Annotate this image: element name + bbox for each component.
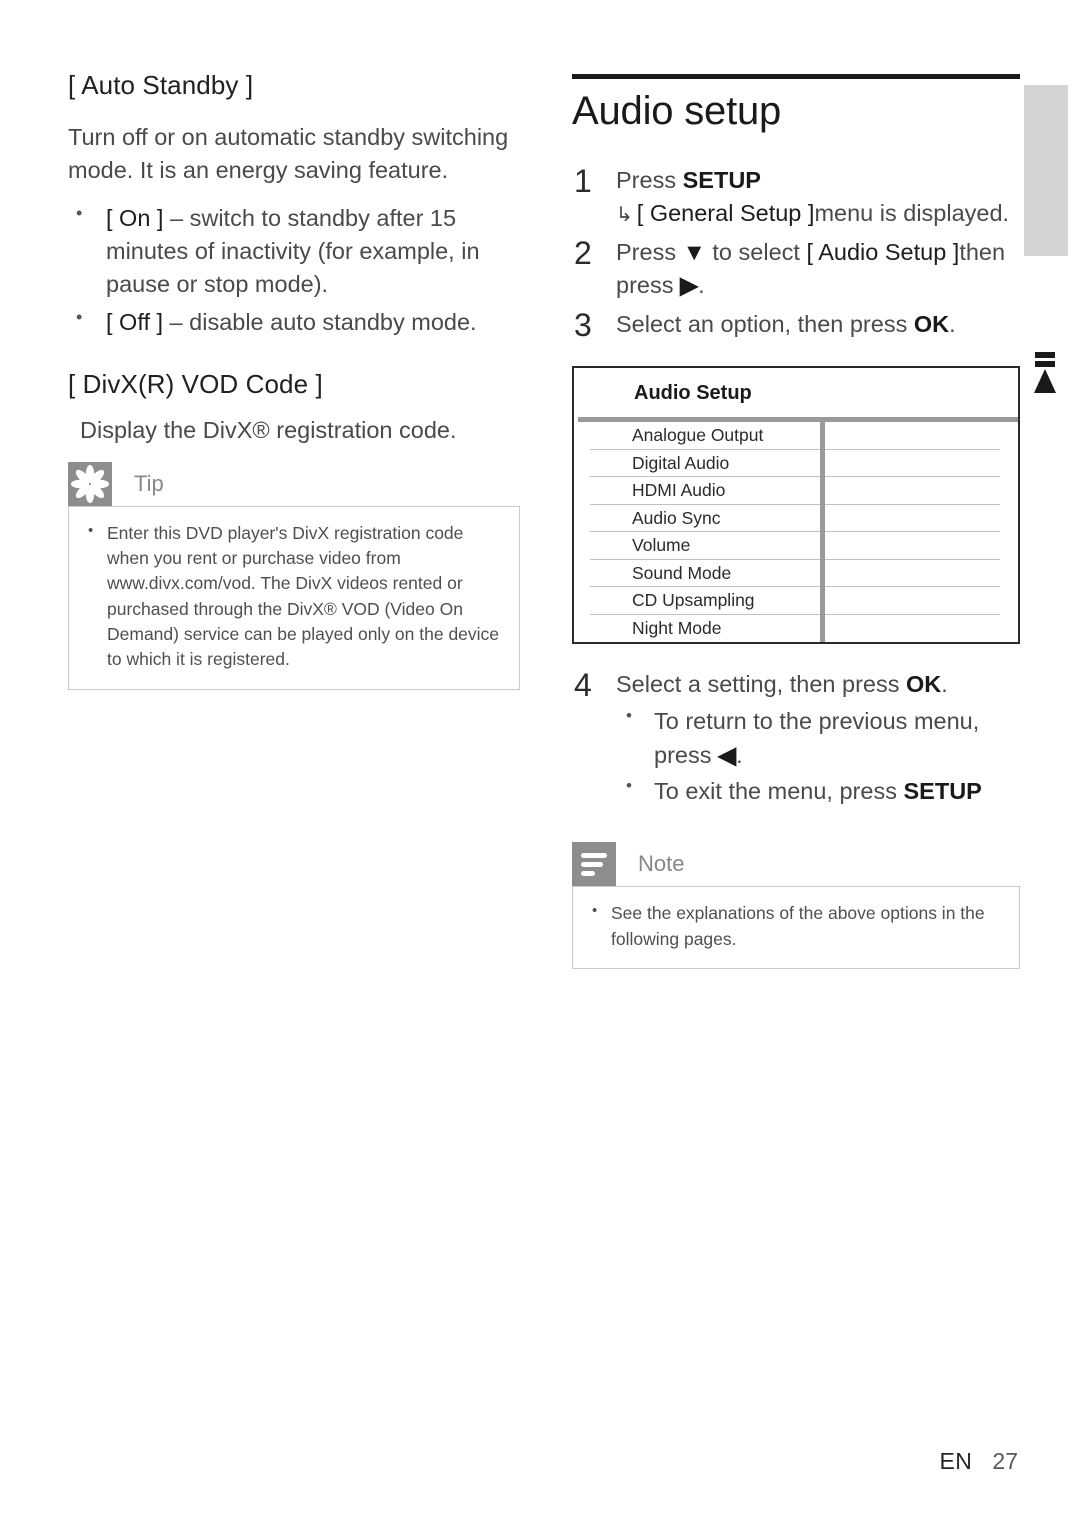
footer-page-number: 27 [992,1448,1018,1474]
heading-rule [572,74,1020,79]
note-callout-title: Note [638,851,685,877]
page-title: Audio setup [572,89,782,133]
right-arrow-icon: ▶ [680,271,699,298]
general-setup-token: [ General Setup ] [636,199,815,226]
step-2-mid: to select [705,238,807,265]
note-callout-header: Note [572,842,1020,887]
instruction-steps-continued: Select a setting, then press OK. To retu… [572,663,1020,808]
page-root: [ Auto Standby ] Turn off or on automati… [0,0,1080,1527]
table-value [825,505,1000,533]
step-4-period: . [941,671,948,698]
step-3: Select an option, then press OK. [572,303,1020,348]
step-1-result-rest: menu is displayed. [814,199,1010,226]
table-value [825,560,1000,588]
audio-setup-token: [ Audio Setup ] [806,238,960,265]
option-desc-off: – disable auto standby mode. [163,308,477,335]
margin-marker-icon [1032,352,1058,394]
option-term-on: [ On ] [106,204,164,231]
left-column: [ Auto Standby ] Turn off or on automati… [68,70,520,690]
note-lines-icon [572,842,616,887]
note-callout-body: See the explanations of the above option… [572,886,1020,970]
step-2-lead: Press [616,238,683,265]
table-value [825,587,1000,615]
table-values-column [825,422,1018,642]
table-value [825,422,1000,450]
note-item: See the explanations of the above option… [583,900,1001,952]
left-arrow-icon: ◀ [718,741,737,768]
option-desc-on: – switch to standby after 15 minutes of … [106,204,480,298]
step-4-lead: Select a setting, then press [616,671,906,698]
table-row[interactable]: Night Mode [590,615,820,643]
exit-menu-text: To exit the menu, press [654,778,904,805]
footer-language: EN [939,1448,973,1474]
note-callout: Note See the explanations of the above o… [572,842,1020,970]
table-row[interactable]: Audio Sync [590,505,820,533]
instruction-steps: Press SETUP ↳[ General Setup ]menu is di… [572,159,1020,348]
setup-key-exit: SETUP [903,778,982,805]
table-rows-area: Analogue Output Digital Audio HDMI Audio… [574,422,1018,643]
step-1: Press SETUP ↳[ General Setup ]menu is di… [572,159,1020,230]
table-row[interactable]: Digital Audio [590,450,820,478]
option-term-off: [ Off ] [106,308,164,335]
paragraph-divx-vod-code: Display the DivX® registration code. [80,417,457,444]
list-item: To return to the previous menu, press ◀. [616,704,1020,772]
heading-auto-standby: [ Auto Standby ] [68,70,254,100]
step-2-period: . [698,271,705,298]
heading-divx-vod-code: [ DivX(R) VOD Code ] [68,369,323,400]
table-row[interactable]: Sound Mode [590,560,820,588]
step-3-lead: Select an option, then press [616,310,914,337]
ok-key-3: OK [913,310,950,337]
step-3-period: . [949,310,956,337]
right-column: Audio setup Press SETUP ↳[ General Setup… [572,74,1020,970]
step-1-setup-key: SETUP [682,167,761,193]
audio-setup-table-title: Audio Setup [634,382,752,405]
table-row[interactable]: CD Upsampling [590,587,820,615]
step-1-lead: Press [616,167,683,193]
list-item: To exit the menu, press SETUP [616,774,1020,808]
down-arrow-icon: ▼ [682,238,706,265]
table-row[interactable]: Volume [590,532,820,560]
audio-setup-table: Audio Setup Analogue Output Digital Audi… [572,366,1020,645]
hook-arrow-icon: ↳ [616,203,633,226]
table-labels-column: Analogue Output Digital Audio HDMI Audio… [574,422,820,642]
tip-callout: Tip Enter this DVD player's DivX registr… [68,461,520,690]
tip-callout-header: Tip [68,461,520,506]
paragraph-auto-standby: Turn off or on automatic standby switchi… [68,124,509,184]
table-value [825,532,1000,560]
return-previous-suffix: . [736,741,743,768]
table-value [825,615,1000,643]
table-value [825,477,1000,505]
table-row[interactable]: HDMI Audio [590,477,820,505]
asterisk-icon [68,461,112,506]
auto-standby-options: [ On ] – switch to standby after 15 minu… [68,201,520,339]
return-previous-text: To return to the previous menu, press [654,708,980,768]
table-value [825,450,1000,478]
table-row[interactable]: Analogue Output [590,422,820,450]
tip-item: Enter this DVD player's DivX registratio… [79,520,501,673]
list-item: [ Off ] – disable auto standby mode. [68,305,520,339]
margin-section-bar [1024,85,1068,256]
step-4-bullets: To return to the previous menu, press ◀.… [616,704,1020,808]
tip-callout-body: Enter this DVD player's DivX registratio… [68,505,520,690]
tip-callout-title: Tip [134,470,164,496]
step-2: Press ▼ to select [ Audio Setup ]then pr… [572,231,1020,302]
ok-key-4: OK [906,671,942,698]
step-1-result: ↳[ General Setup ]menu is displayed. [616,197,1020,230]
page-footer: EN 27 [0,1448,1080,1475]
step-4: Select a setting, then press OK. To retu… [572,663,1020,808]
list-item: [ On ] – switch to standby after 15 minu… [68,201,520,302]
